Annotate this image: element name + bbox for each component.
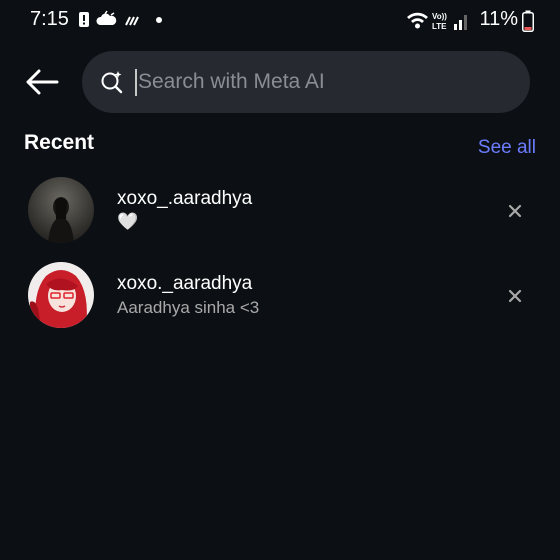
recent-item[interactable]: xoxo._aaradhya Aaradhya sinha <3: [0, 255, 560, 335]
see-all-link[interactable]: See all: [478, 137, 536, 159]
back-button[interactable]: [22, 62, 62, 102]
svg-text:LTE: LTE: [432, 22, 447, 31]
dot-icon: [156, 17, 162, 23]
signal-swirl-icon: [125, 16, 139, 26]
status-left-icons: [79, 10, 162, 27]
recent-title: Recent: [24, 131, 95, 154]
avatar-dark-photo: [28, 177, 94, 243]
recent-item[interactable]: xoxo_.aaradhya 🤍: [0, 170, 560, 250]
recent-item-username: xoxo_.aaradhya: [117, 188, 253, 209]
battery-percent: 11%: [479, 8, 518, 30]
close-icon: [508, 204, 522, 218]
remove-recent-button[interactable]: [502, 283, 528, 309]
avatar-red-hair-illustration: [28, 262, 94, 328]
remove-recent-button[interactable]: [502, 198, 528, 224]
recent-item-username: xoxo._aaradhya: [117, 273, 253, 294]
close-icon: [508, 289, 522, 303]
meta-ai-search-icon: [101, 71, 123, 94]
text-cursor: [135, 69, 137, 96]
volte-icon: Vo)): [432, 12, 447, 21]
arrow-left-icon: [26, 69, 59, 95]
search-bar[interactable]: [82, 51, 530, 113]
cloud-icon: [96, 10, 117, 25]
status-right-icons: Vo)) LTE: [407, 12, 467, 31]
recent-item-subtitle: Aaradhya sinha <3: [117, 298, 260, 317]
search-input[interactable]: [138, 64, 498, 100]
signal-bars-icon: [454, 15, 467, 30]
battery-icon: [522, 10, 534, 32]
notification-icon: [79, 12, 89, 27]
recent-item-subtitle: 🤍: [117, 212, 139, 231]
status-bar: 7:15 Vo)) LTE 11%: [0, 0, 560, 40]
status-time: 7:15: [30, 8, 69, 30]
wifi-icon: [407, 12, 428, 29]
